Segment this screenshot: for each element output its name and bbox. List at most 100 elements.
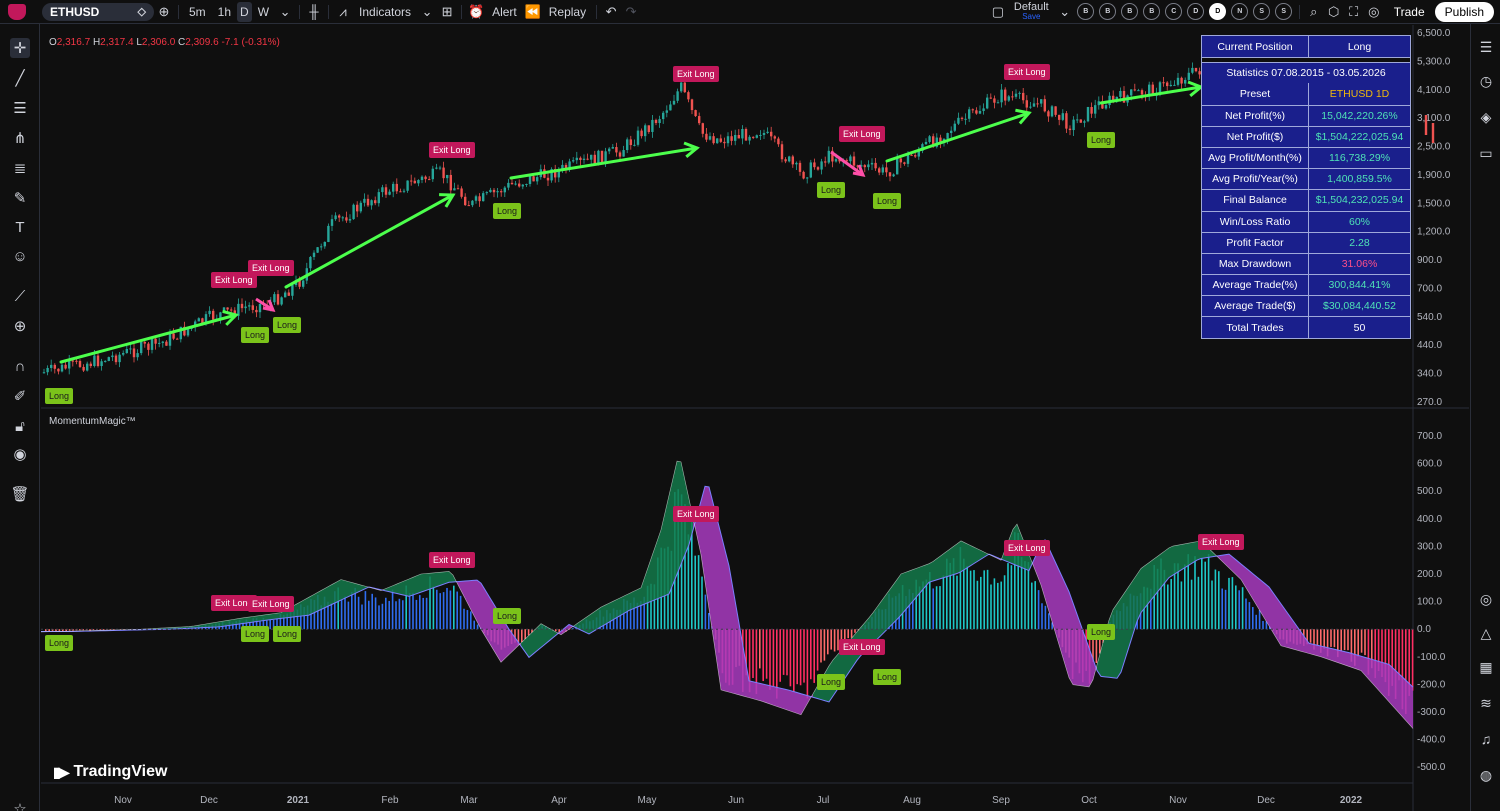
momentum-cloud — [397, 582, 401, 595]
horizontal-lines-icon[interactable]: ☰ — [10, 98, 30, 118]
settings-icon[interactable]: ⬡ — [1324, 2, 1344, 22]
histogram-bar — [1207, 554, 1210, 630]
magnet-icon[interactable]: ∩ — [10, 356, 30, 376]
candle-body — [798, 162, 802, 172]
candle-body — [53, 364, 56, 369]
candle-body — [579, 157, 582, 161]
timeframe-5m[interactable]: 5m — [183, 2, 212, 22]
indicator-title[interactable]: MomentumMagic™ — [49, 416, 136, 427]
candle-body — [341, 217, 344, 219]
histogram-bar — [925, 579, 928, 630]
timeframe-w[interactable]: W — [252, 2, 275, 22]
alerts-clock-icon[interactable]: ◷ — [1477, 72, 1495, 90]
ideas-icon[interactable]: △ — [1477, 624, 1495, 642]
quick-button[interactable]: B — [1121, 3, 1139, 20]
quick-button[interactable]: S — [1253, 3, 1271, 20]
trade-button[interactable]: Trade — [1384, 2, 1435, 22]
candle-body — [705, 133, 708, 140]
lock-icon[interactable]: 🔓︎ — [10, 416, 30, 436]
fib-icon[interactable]: ≣ — [10, 158, 30, 178]
help-icon[interactable]: ◍ — [1477, 766, 1495, 784]
publish-button[interactable]: Publish — [1434, 1, 1494, 22]
candle-body — [759, 134, 762, 136]
histogram-bar — [1262, 621, 1264, 630]
emoji-icon[interactable]: ☺ — [10, 246, 30, 266]
undo-icon[interactable]: ↶ — [601, 2, 621, 22]
lock-drawing-icon[interactable]: ✐ — [10, 386, 30, 406]
symbol-search[interactable]: ETHUSD ◇ — [42, 2, 154, 21]
alert-button[interactable]: Alert — [486, 2, 523, 22]
timeframe-d[interactable]: D — [237, 1, 252, 22]
notifications-icon[interactable]: ♫ — [1477, 730, 1495, 748]
candle-body — [392, 183, 395, 192]
histogram-bar — [436, 589, 438, 630]
layout-square-icon[interactable]: ▢ — [988, 2, 1008, 22]
candle-body — [395, 183, 398, 192]
layout-name: Default — [1013, 0, 1049, 13]
histogram-bar — [1364, 629, 1366, 656]
momentum-cloud — [889, 585, 893, 628]
layout-save[interactable]: Save — [1022, 12, 1040, 22]
long-badge: Long — [873, 193, 902, 209]
candles-icon[interactable]: ╫ — [304, 2, 324, 22]
layers-icon[interactable]: ◈ — [1477, 108, 1495, 126]
star-icon[interactable]: ☆ — [10, 799, 30, 811]
long-badge: Long — [873, 669, 902, 685]
pitchfork-icon[interactable]: ⋔ — [10, 128, 30, 148]
momentum-cloud — [1109, 609, 1113, 678]
candle-body — [809, 162, 812, 178]
chevron-down-icon[interactable]: ⌄ — [275, 2, 295, 22]
candle-body — [892, 174, 895, 177]
layout-selector[interactable]: Default Save — [1013, 0, 1049, 22]
momentum-cloud — [469, 580, 473, 614]
add-symbol-icon[interactable]: ⊕ — [154, 2, 174, 22]
templates-icon[interactable]: ⊞ — [437, 2, 457, 22]
quick-button[interactable]: B — [1077, 3, 1095, 20]
text-icon[interactable]: T — [10, 217, 30, 237]
fullscreen-icon[interactable]: ⛶ — [1344, 2, 1364, 22]
momentum-cloud — [417, 574, 421, 594]
quick-button[interactable]: B — [1143, 3, 1161, 20]
candle-body — [1184, 79, 1187, 84]
chevron-down-icon[interactable]: ⌄ — [417, 2, 437, 22]
calendar-icon[interactable]: ▦ — [1477, 658, 1495, 676]
stats-label: Profit Factor — [1202, 232, 1309, 253]
redo-icon[interactable]: ↷ — [621, 2, 641, 22]
quick-button[interactable]: B — [1099, 3, 1117, 20]
quick-button[interactable]: D — [1187, 3, 1205, 20]
zoom-in-icon[interactable]: ⊕ — [10, 316, 30, 336]
price-tick-label: 540.0 — [1417, 312, 1442, 323]
quick-button[interactable]: D — [1209, 3, 1227, 20]
ruler-icon[interactable]: ⟋ — [10, 286, 30, 306]
chat-icon[interactable]: ▭ — [1477, 144, 1495, 162]
candle-body — [899, 158, 902, 163]
trendline-icon[interactable]: ╱ — [10, 68, 30, 88]
exit-long-badge: Exit Long — [1004, 540, 1050, 556]
candle-body — [701, 123, 704, 134]
exit-long-badge: Exit Long — [248, 596, 294, 612]
timeframe-1h[interactable]: 1h — [212, 2, 237, 22]
candle-body — [953, 123, 956, 131]
quick-button[interactable]: S — [1275, 3, 1293, 20]
candle-body — [1119, 90, 1122, 97]
indicators-button[interactable]: Indicators — [353, 2, 417, 22]
quick-button[interactable]: C — [1165, 3, 1183, 20]
brush-icon[interactable]: ✎ — [10, 188, 30, 208]
camera-icon[interactable]: ◎ — [1364, 2, 1384, 22]
ohlc-change: -7.1 (-0.31%) — [221, 37, 280, 48]
diamond-icon[interactable]: ◇ — [138, 5, 146, 18]
histogram-bar — [1194, 556, 1196, 630]
replay-button[interactable]: Replay — [543, 2, 592, 22]
candle-body — [1187, 72, 1190, 80]
streams-icon[interactable]: ≋ — [1477, 694, 1495, 712]
crosshair-icon[interactable]: ✛ — [10, 38, 30, 58]
app-logo[interactable] — [0, 0, 34, 24]
momentum-cloud — [477, 580, 481, 630]
watchlist-icon[interactable]: ☰ — [1477, 38, 1495, 56]
hotlist-icon[interactable]: ◎ — [1477, 590, 1495, 608]
eye-icon[interactable]: ◉ — [10, 444, 30, 464]
quick-button[interactable]: N — [1231, 3, 1249, 20]
trash-icon[interactable]: 🗑︎ — [10, 484, 30, 504]
object-tree-icon[interactable]: ⌕ — [1304, 2, 1324, 22]
chevron-down-icon[interactable]: ⌄ — [1055, 2, 1075, 22]
